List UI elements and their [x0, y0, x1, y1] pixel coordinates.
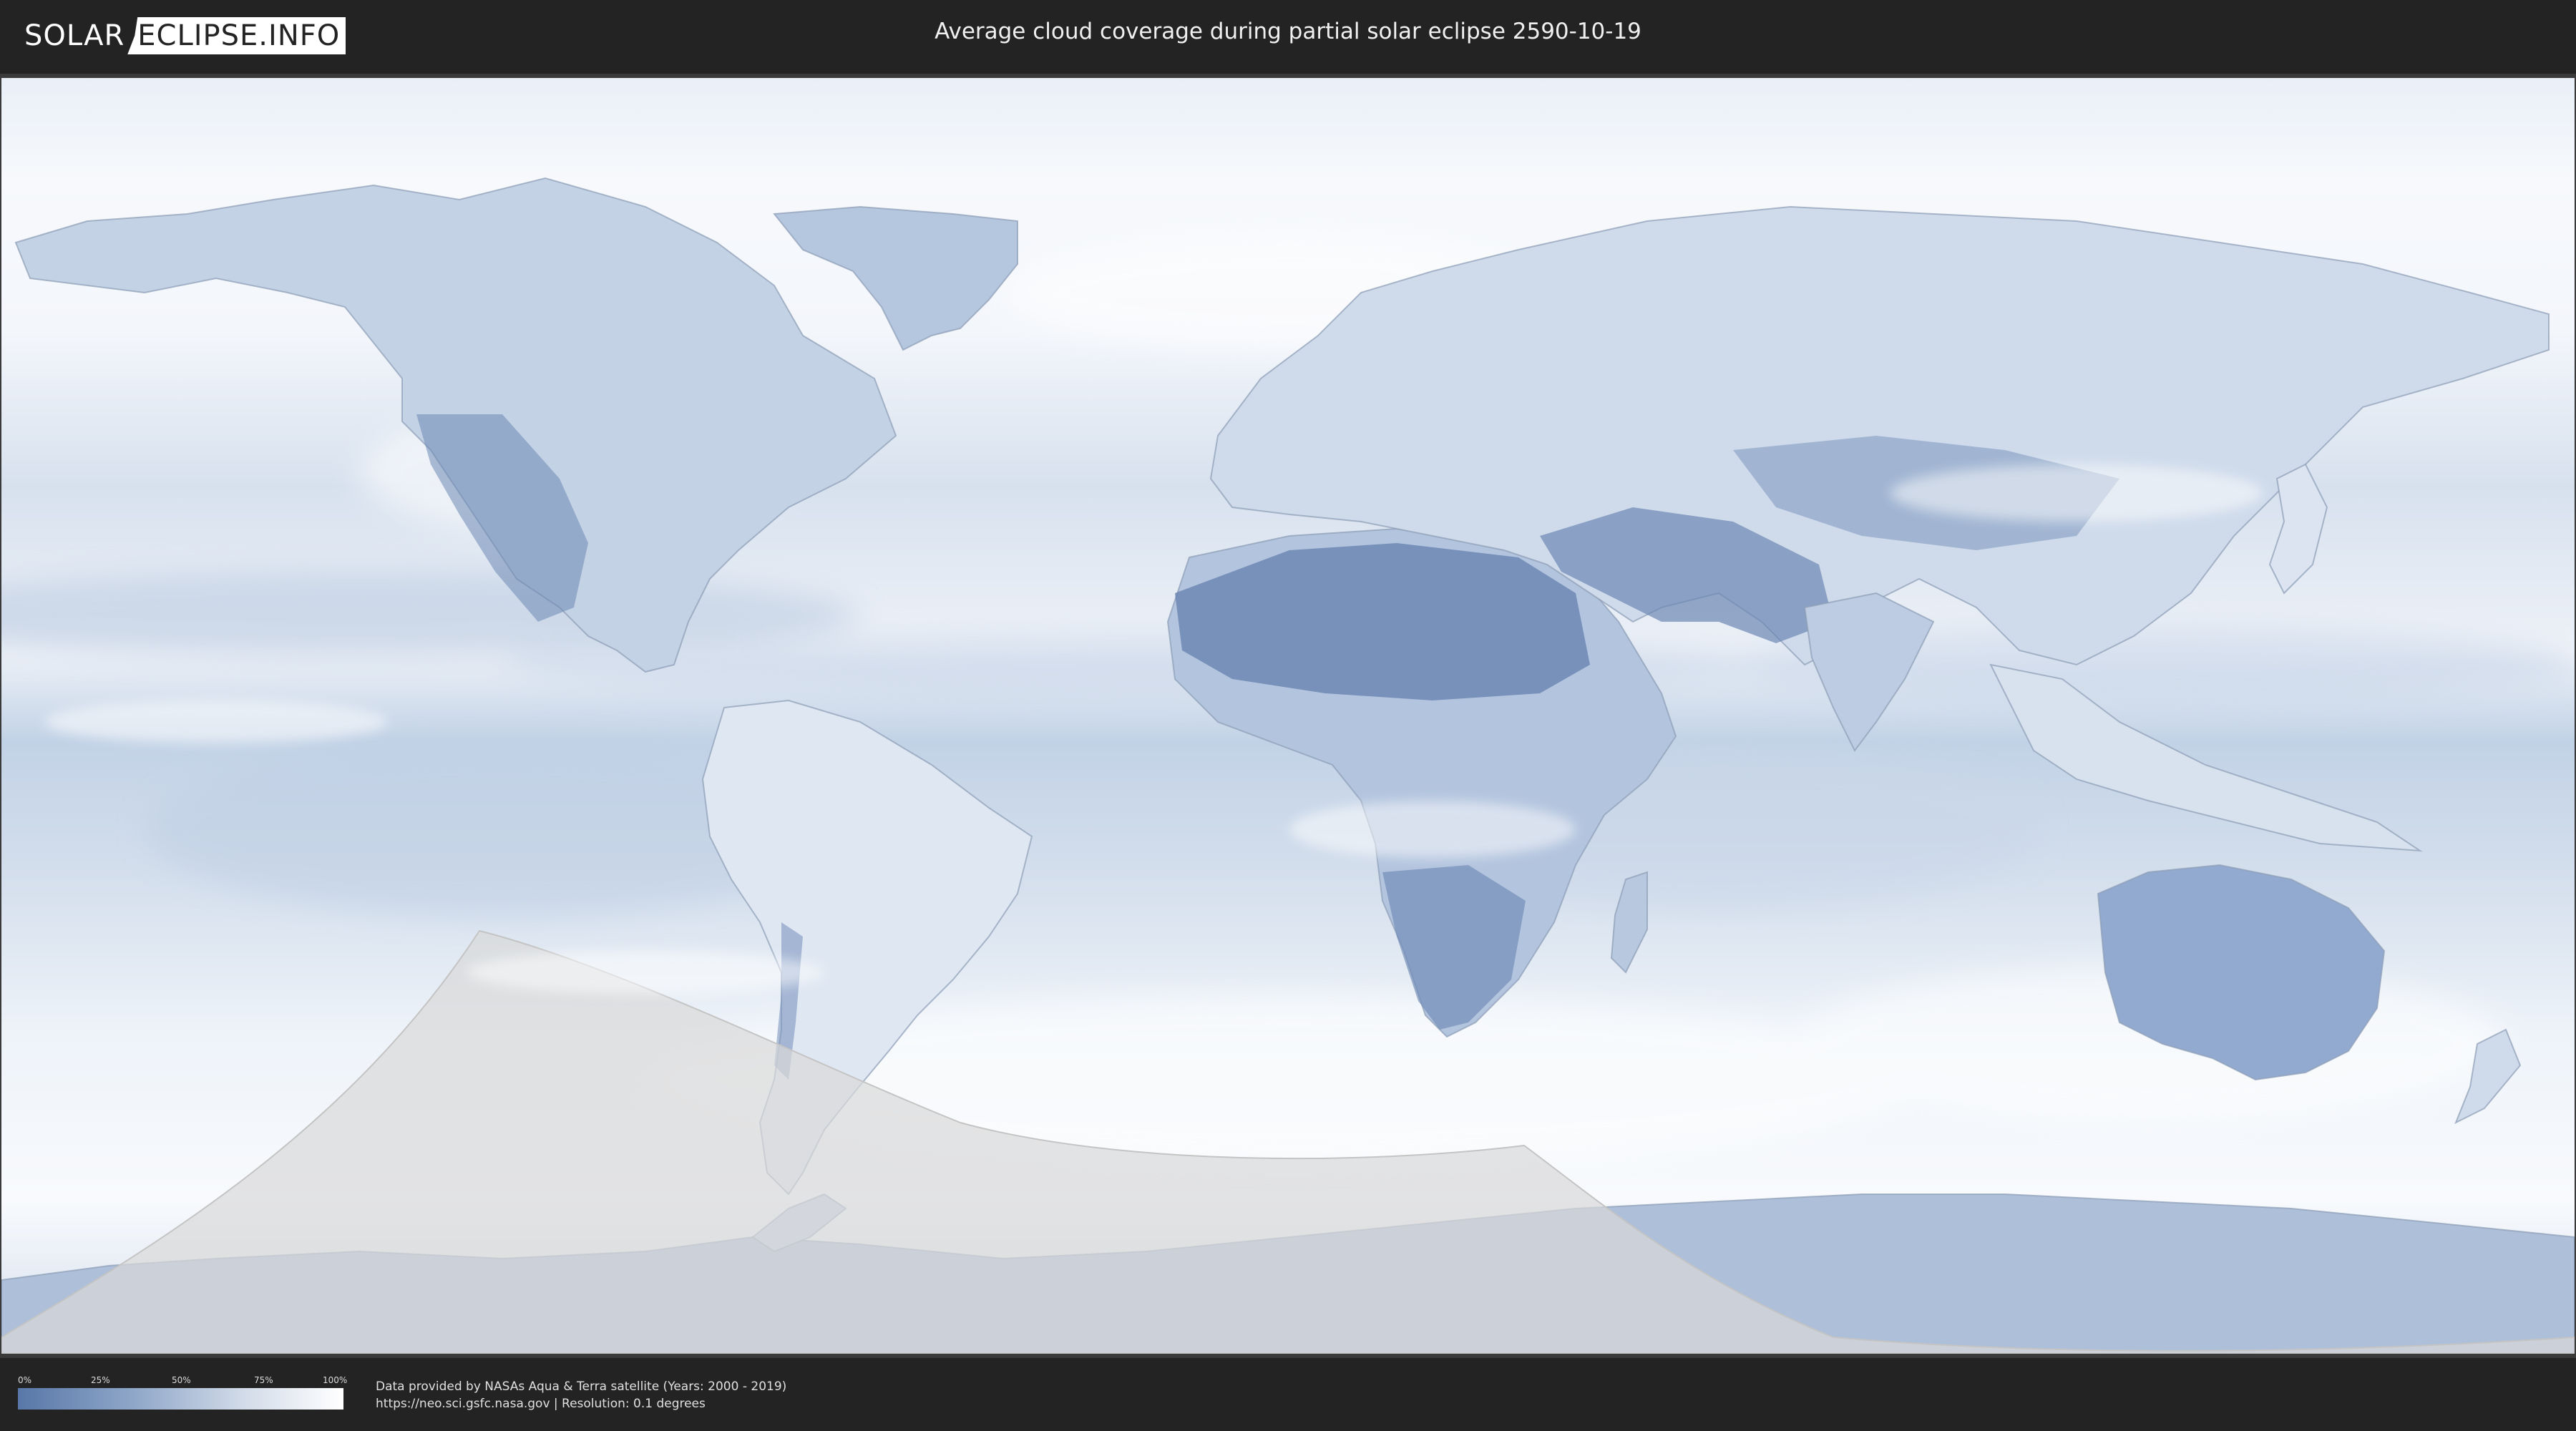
- legend-tick-75: 75%: [254, 1375, 273, 1385]
- legend-tick-0: 0%: [18, 1375, 32, 1385]
- legend-tick-100: 100%: [323, 1375, 348, 1385]
- cloud-coverage-legend: 0% 25% 50% 75% 100%: [18, 1375, 347, 1414]
- legend-tick-25: 25%: [91, 1375, 110, 1385]
- legend-color-bar: [18, 1388, 343, 1410]
- data-credits: Data provided by NASAs Aqua & Terra sate…: [376, 1378, 786, 1412]
- credits-url[interactable]: https://neo.sci.gsfc.nasa.gov | Resoluti…: [376, 1395, 786, 1412]
- map-frame: [0, 74, 2576, 1358]
- credits-source: Data provided by NASAs Aqua & Terra sate…: [376, 1379, 787, 1394]
- page-title: Average cloud coverage during partial so…: [935, 19, 1641, 44]
- legend-tick-50: 50%: [172, 1375, 191, 1385]
- cloud-coverage-map[interactable]: [1, 78, 2575, 1354]
- header-bar: SOLAR ECLIPSE.INFO Average cloud coverag…: [0, 0, 2576, 72]
